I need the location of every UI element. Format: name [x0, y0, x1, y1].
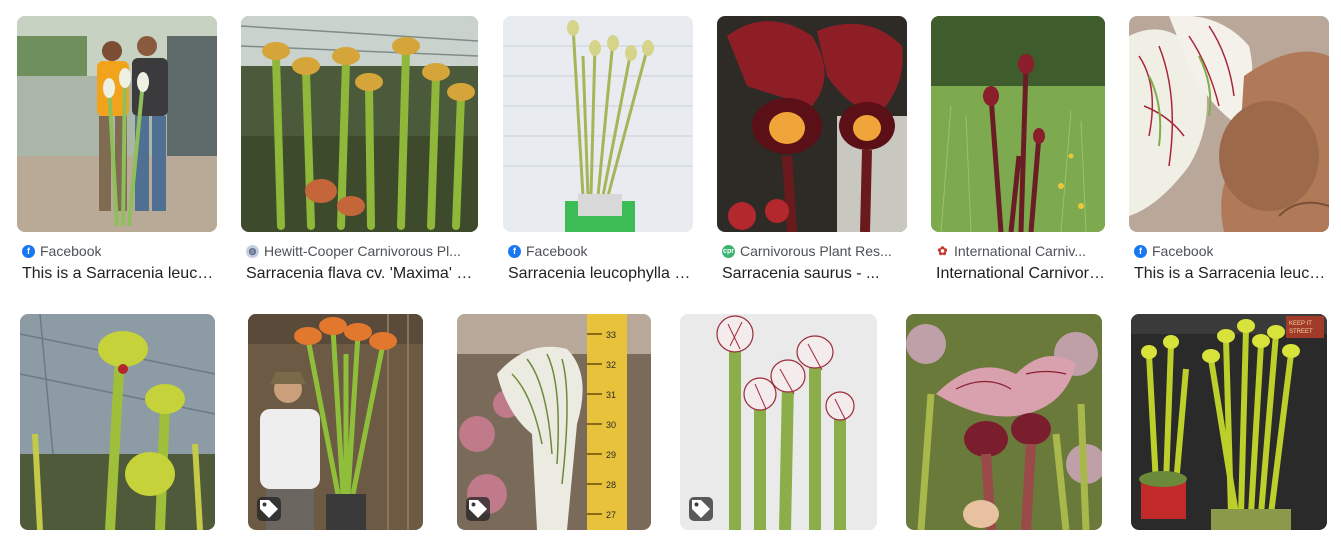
result-source-1[interactable]: f Facebook — [22, 243, 217, 259]
tape-number: 28 — [606, 480, 616, 490]
tag-badge — [466, 497, 490, 521]
result-image-6[interactable] — [1129, 16, 1329, 232]
tape-number: 29 — [606, 450, 616, 460]
tape-number: 33 — [606, 330, 616, 340]
result-image-2[interactable] — [241, 16, 478, 232]
tag-icon — [692, 500, 710, 518]
result-title-3[interactable]: Sarracenia leucophylla 'Tarnok' ... — [508, 265, 693, 283]
tape-number: 31 — [606, 390, 616, 400]
result-image-10[interactable] — [680, 314, 877, 530]
svg-text:STREET: STREET — [1289, 329, 1313, 335]
facebook-icon: f — [22, 244, 35, 258]
result-title-5[interactable]: International Carnivorous... — [936, 265, 1105, 283]
icps-icon: ✿ — [937, 244, 948, 258]
tag-badge — [257, 497, 281, 521]
result-image-9[interactable]: 33 32 31 30 29 28 27 — [457, 314, 651, 530]
tag-badge — [689, 497, 713, 521]
tape-number: 27 — [606, 510, 616, 520]
tape-number: 32 — [606, 360, 616, 370]
result-image-4[interactable] — [717, 16, 907, 232]
globe-icon: ◍ — [246, 244, 259, 258]
result-title-4[interactable]: Sarracenia saurus - ... — [722, 265, 907, 283]
result-image-5[interactable] — [931, 16, 1105, 232]
cpr-icon: cpr — [722, 244, 735, 258]
result-title-2[interactable]: Sarracenia flava cv. 'Maxima' Red... — [246, 265, 478, 283]
result-title-6[interactable]: This is a Sarracenia leucophylla... — [1134, 265, 1329, 283]
facebook-icon: f — [1134, 244, 1147, 258]
tag-icon — [260, 500, 278, 518]
result-image-7[interactable] — [20, 314, 215, 530]
result-source-6[interactable]: f Facebook — [1134, 243, 1329, 259]
facebook-icon: f — [508, 244, 521, 258]
result-source-5[interactable]: ✿ International Carniv... — [936, 243, 1105, 259]
result-image-11[interactable] — [906, 314, 1102, 530]
result-source-2[interactable]: ◍ Hewitt-Cooper Carnivorous Pl... — [246, 243, 478, 259]
result-title-1[interactable]: This is a Sarracenia leucophylla... — [22, 265, 217, 283]
result-image-8[interactable] — [248, 314, 423, 530]
banner-text: KEEP IT — [1289, 321, 1312, 327]
result-source-3[interactable]: f Facebook — [508, 243, 693, 259]
result-image-1[interactable] — [17, 16, 217, 232]
result-image-3[interactable] — [503, 16, 693, 232]
result-image-12[interactable]: KEEP IT STREET — [1131, 314, 1327, 530]
result-source-4[interactable]: cpr Carnivorous Plant Res... — [722, 243, 907, 259]
tape-number: 30 — [606, 420, 616, 430]
tag-icon — [469, 500, 487, 518]
